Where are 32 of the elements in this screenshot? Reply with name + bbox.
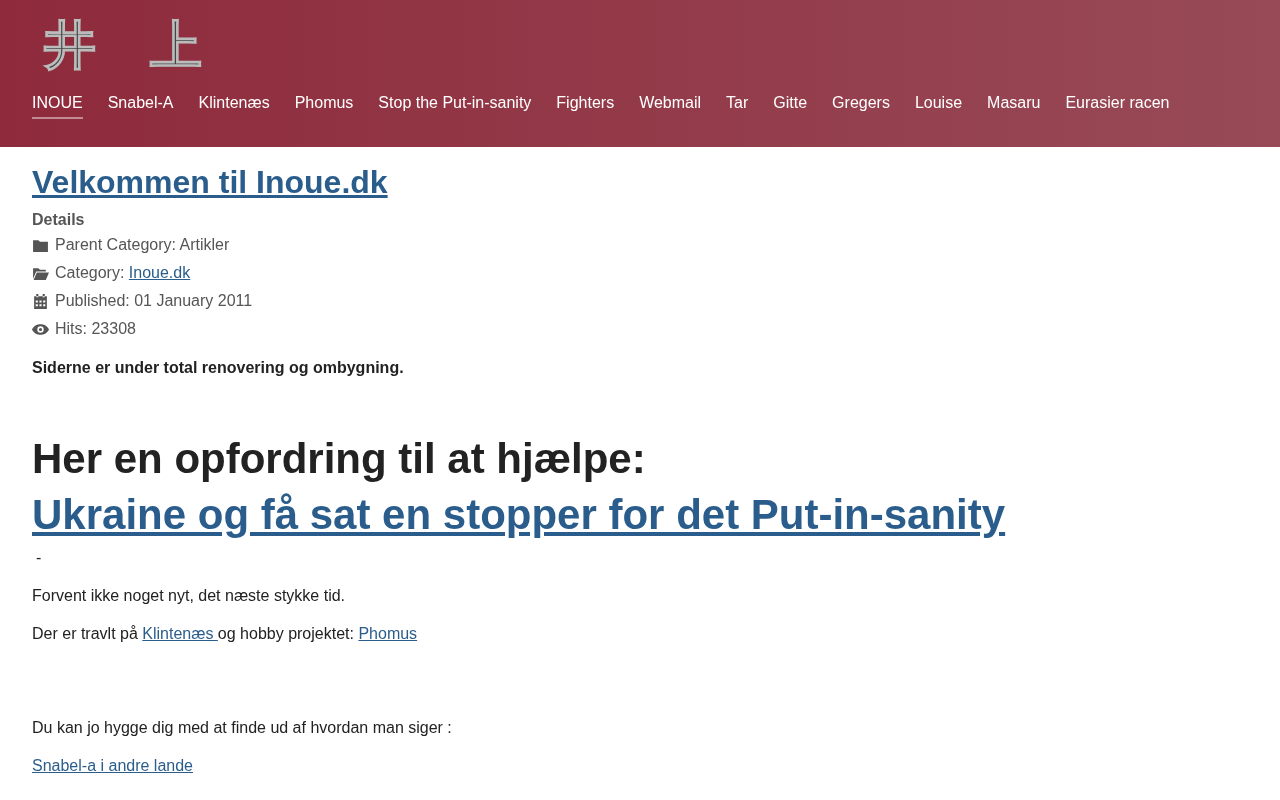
heading-link[interactable]: Ukraine og få sat en stopper for det Put-in-sanity	[32, 491, 1006, 538]
inline-link[interactable]: Klintenæs	[142, 625, 218, 642]
nav-link[interactable]: Webmail	[639, 94, 702, 119]
nav-link[interactable]: Phomus	[294, 94, 354, 119]
meta-text: Hits: 23308	[55, 320, 136, 338]
logo[interactable]: 井 上	[44, 10, 1248, 82]
paragraph: Forvent ikke noget nyt, det næste stykke tid.	[32, 587, 347, 605]
paragraph: Der er travlt på Klintenæs og hobby projektet: Phomus	[32, 625, 419, 643]
heading: Her en opfordring til at hjælpe:	[32, 434, 647, 484]
nav-link[interactable]: INOUE	[32, 94, 83, 119]
meta-text: Parent Category: Artikler	[55, 236, 230, 254]
nav-link[interactable]: Klintenæs	[198, 94, 270, 119]
calendar-icon	[32, 292, 49, 310]
nav-link[interactable]: Gitte	[773, 94, 808, 119]
nav-link[interactable]: Masaru	[987, 94, 1041, 119]
meta-text: Published: 01 January 2011	[55, 292, 253, 310]
nav-link[interactable]: Louise	[914, 94, 963, 119]
category-link[interactable]: Inoue.dk	[128, 264, 191, 281]
nav-link[interactable]: Tar	[726, 94, 749, 119]
meta-text: Category: Inoue.dk	[55, 264, 191, 282]
nav-link[interactable]: Gregers	[832, 94, 890, 119]
nav-link[interactable]: Eurasier racen	[1065, 94, 1170, 119]
nav-link[interactable]: Stop the Put-in-sanity	[378, 94, 532, 119]
nav-link[interactable]: Snabel-A	[107, 94, 174, 119]
dash-text: -	[36, 549, 43, 567]
paragraph: Du kan jo hygge dig med at finde ud af hvordan man siger :	[32, 719, 453, 737]
inline-link[interactable]: Phomus	[358, 625, 418, 642]
notice-text: Siderne er under total renovering og ombygning.	[32, 359, 405, 377]
details-label: Details	[32, 211, 86, 229]
nav-link[interactable]: Fighters	[556, 94, 615, 119]
text-link[interactable]: Snabel-a i andre lande	[32, 757, 193, 774]
article-title-link[interactable]: Velkommen til Inoue.dk	[32, 164, 388, 200]
